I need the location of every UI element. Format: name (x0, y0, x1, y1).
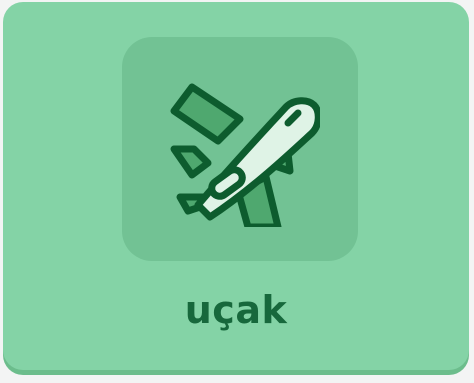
word-card-ucak[interactable]: uçak (3, 2, 469, 370)
card-label: uçak (184, 288, 288, 332)
icon-tile (122, 37, 358, 261)
airplane-icon (170, 83, 320, 227)
